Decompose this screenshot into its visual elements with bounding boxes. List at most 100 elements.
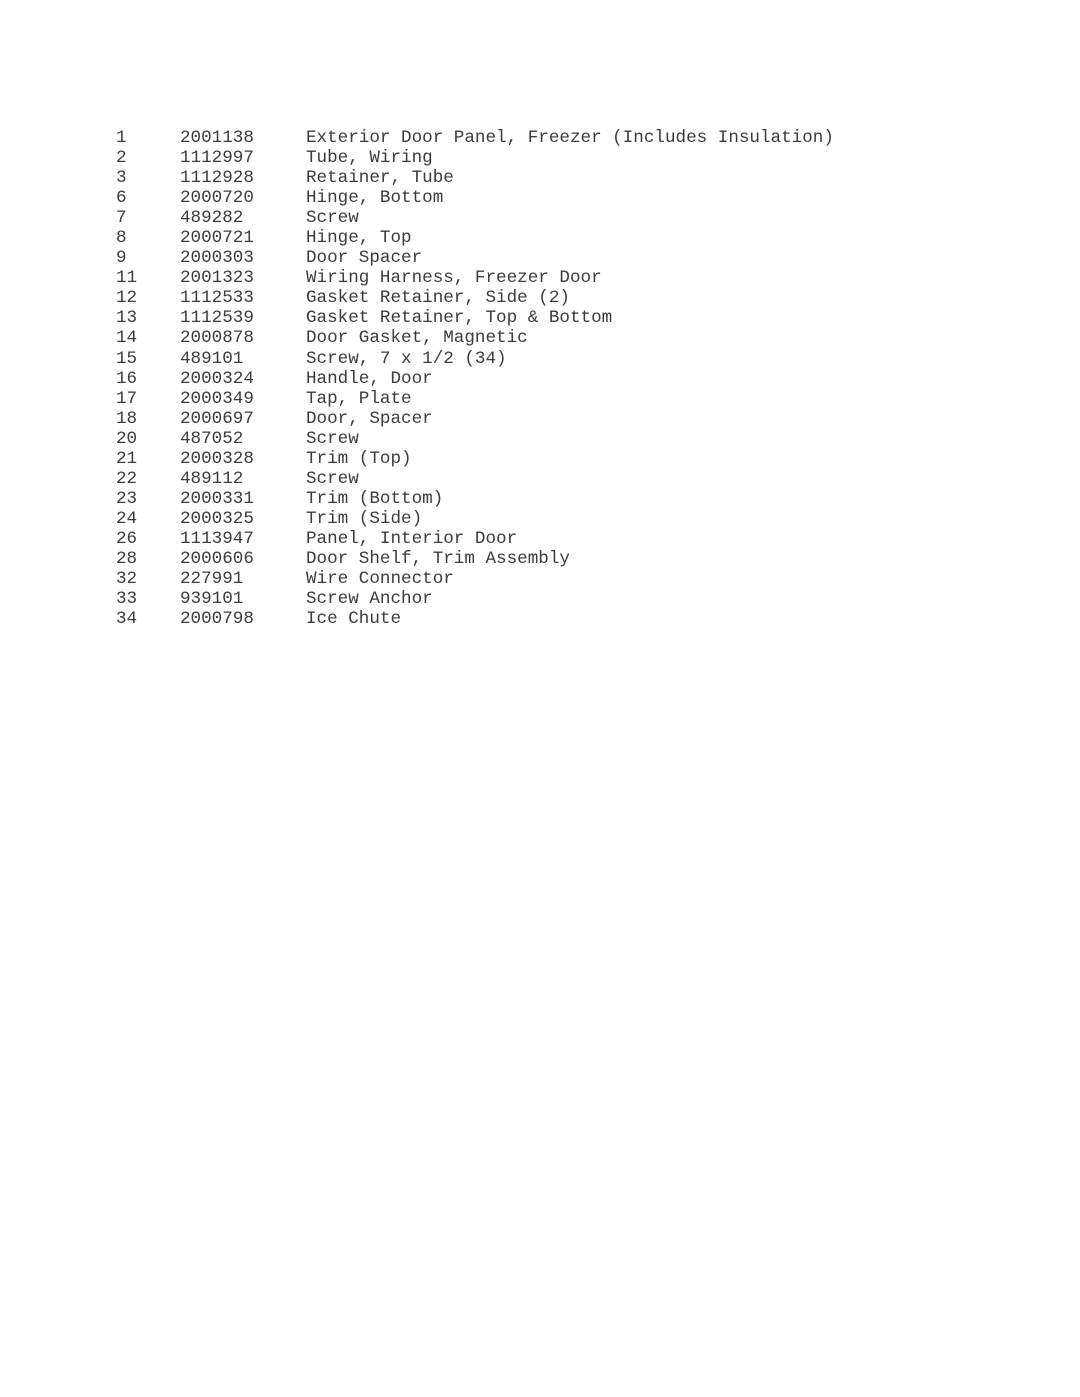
part-number: 1112928 (180, 168, 254, 189)
table-row: 33 939101 Screw Anchor (116, 589, 1016, 609)
document-page: 1 2001138 Exterior Door Panel, Freezer (In… (0, 0, 1080, 1397)
part-number: 1112997 (180, 148, 254, 169)
part-description: Panel, Interior Door (306, 528, 518, 549)
table-row: 23 2000331 Trim (Bottom) (116, 489, 1016, 509)
table-row: 17 2000349 Tap, Plate (116, 389, 1016, 409)
part-number: 487052 (180, 428, 244, 449)
part-item-number: 7 (116, 208, 127, 229)
table-row: 7 489282 Screw (116, 208, 1016, 228)
part-description: Screw (306, 468, 359, 489)
part-number: 2001138 (180, 128, 254, 148)
part-item-number: 24 (116, 508, 138, 529)
part-item-number: 20 (116, 428, 138, 449)
part-number: 489112 (180, 468, 244, 489)
table-row: 6 2000720 Hinge, Bottom (116, 188, 1016, 208)
part-item-number: 6 (116, 188, 127, 209)
part-number: 2000349 (180, 388, 254, 409)
part-description: Trim (Top) (306, 448, 412, 469)
part-item-number: 28 (116, 548, 138, 569)
part-number: 2000331 (180, 488, 254, 509)
table-row: 21 2000328 Trim (Top) (116, 449, 1016, 469)
part-item-number: 13 (116, 308, 138, 329)
part-description: Trim (Bottom) (306, 488, 444, 509)
part-description: Exterior Door Panel, Freezer (Includes I… (306, 128, 834, 148)
part-number: 2001323 (180, 268, 254, 289)
table-row: 28 2000606 Door Shelf, Trim Assembly (116, 549, 1016, 569)
part-description: Handle, Door (306, 368, 433, 389)
table-row: 16 2000324 Handle, Door (116, 369, 1016, 389)
table-row: 8 2000721 Hinge, Top (116, 228, 1016, 248)
part-description: Door Gasket, Magnetic (306, 328, 528, 349)
part-number: 2000798 (180, 609, 254, 630)
table-row: 18 2000697 Door, Spacer (116, 409, 1016, 429)
table-row: 20 487052 Screw (116, 429, 1016, 449)
part-number: 2000878 (180, 328, 254, 349)
part-description: Wire Connector (306, 569, 454, 590)
part-number: 2000328 (180, 448, 254, 469)
part-description: Trim (Side) (306, 508, 423, 529)
part-number: 489282 (180, 208, 244, 229)
part-number: 2000303 (180, 248, 254, 269)
part-number: 1113947 (180, 528, 254, 549)
table-row: 2 1112997 Tube, Wiring (116, 148, 1016, 168)
part-item-number: 33 (116, 589, 138, 610)
part-number: 1112533 (180, 288, 254, 309)
part-description: Door, Spacer (306, 408, 433, 429)
table-row: 34 2000798 Ice Chute (116, 609, 1016, 629)
part-number: 2000325 (180, 508, 254, 529)
part-number: 227991 (180, 569, 244, 590)
parts-list-table: 1 2001138 Exterior Door Panel, Freezer (In… (116, 128, 1016, 629)
part-number: 489101 (180, 348, 244, 369)
part-description: Ice Chute (306, 609, 402, 630)
part-description: Screw, 7 x 1/2 (34) (306, 348, 507, 369)
part-description: Hinge, Bottom (306, 188, 444, 209)
part-number: 2000606 (180, 548, 254, 569)
part-number: 2000697 (180, 408, 254, 429)
table-row: 24 2000325 Trim (Side) (116, 509, 1016, 529)
part-item-number: 32 (116, 569, 138, 590)
part-description: Hinge, Top (306, 228, 412, 249)
table-row: 12 1112533 Gasket Retainer, Side (2) (116, 288, 1016, 308)
part-item-number: 3 (116, 168, 127, 189)
table-row: 14 2000878 Door Gasket, Magnetic (116, 328, 1016, 348)
part-description: Door Spacer (306, 248, 423, 269)
table-row: 22 489112 Screw (116, 469, 1016, 489)
table-row: 11 2001323 Wiring Harness, Freezer Door (116, 268, 1016, 288)
part-description: Tap, Plate (306, 388, 412, 409)
part-description: Screw (306, 208, 359, 229)
part-number: 2000721 (180, 228, 254, 249)
part-description: Gasket Retainer, Top & Bottom (306, 308, 613, 329)
part-description: Door Shelf, Trim Assembly (306, 548, 570, 569)
part-item-number: 21 (116, 448, 138, 469)
part-description: Wiring Harness, Freezer Door (306, 268, 602, 289)
part-item-number: 12 (116, 288, 138, 309)
part-description: Screw (306, 428, 359, 449)
table-row: 13 1112539 Gasket Retainer, Top & Bottom (116, 308, 1016, 328)
table-row: 3 1112928 Retainer, Tube (116, 168, 1016, 188)
part-description: Gasket Retainer, Side (2) (306, 288, 570, 309)
table-row: 9 2000303 Door Spacer (116, 248, 1016, 268)
part-item-number: 34 (116, 609, 138, 630)
part-item-number: 11 (116, 268, 138, 289)
part-item-number: 15 (116, 348, 138, 369)
part-item-number: 18 (116, 408, 138, 429)
table-row: 32 227991 Wire Connector (116, 569, 1016, 589)
part-item-number: 9 (116, 248, 127, 269)
part-item-number: 8 (116, 228, 127, 249)
part-number: 2000324 (180, 368, 254, 389)
part-description: Retainer, Tube (306, 168, 454, 189)
part-item-number: 16 (116, 368, 138, 389)
part-description: Screw Anchor (306, 589, 433, 610)
table-row: 1 2001138 Exterior Door Panel, Freezer (In… (116, 128, 1016, 148)
part-item-number: 26 (116, 528, 138, 549)
part-item-number: 17 (116, 388, 138, 409)
part-item-number: 2 (116, 148, 127, 169)
part-item-number: 23 (116, 488, 138, 509)
part-number: 2000720 (180, 188, 254, 209)
part-number: 1112539 (180, 308, 254, 329)
part-item-number: 14 (116, 328, 138, 349)
part-description: Tube, Wiring (306, 148, 433, 169)
table-row: 15 489101 Screw, 7 x 1/2 (34) (116, 349, 1016, 369)
part-item-number: 22 (116, 468, 138, 489)
table-row: 26 1113947 Panel, Interior Door (116, 529, 1016, 549)
